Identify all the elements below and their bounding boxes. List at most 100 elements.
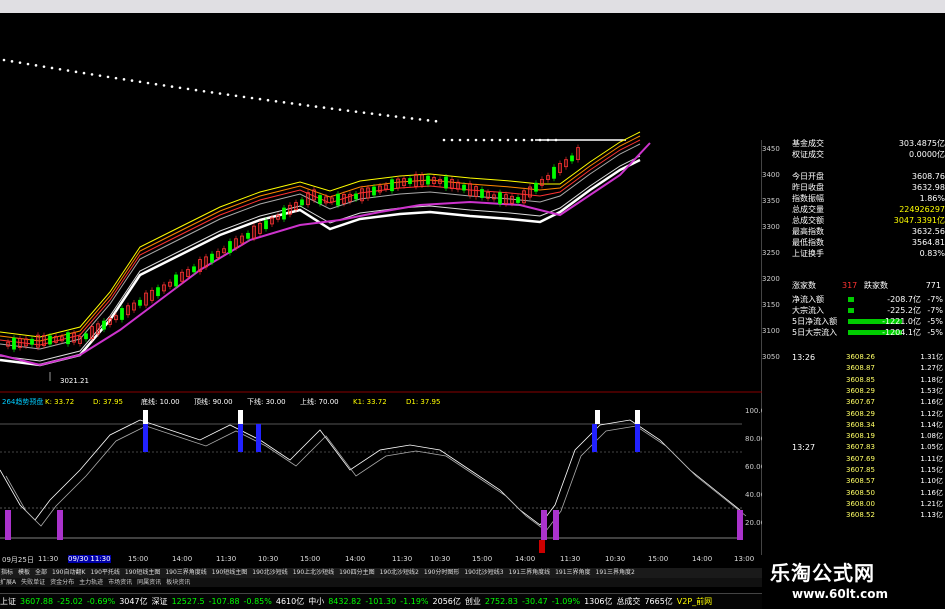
- flow-pct: -5%: [927, 317, 943, 326]
- trend-dot: [82, 71, 86, 75]
- status-item: 2752.83: [484, 597, 518, 606]
- trend-dot: [354, 110, 358, 113]
- status-item: -1.09%: [551, 597, 581, 606]
- tick-volume: 1.15亿: [920, 466, 943, 474]
- indicator-tab[interactable]: 191三界角度线: [508, 569, 551, 576]
- tick-volume: 1.14亿: [920, 420, 943, 429]
- indicator-tab[interactable]: 190北沙短线2: [379, 569, 420, 576]
- signal-bar: [595, 410, 600, 424]
- trend-dot: [202, 89, 206, 93]
- down-count: 771: [925, 281, 941, 290]
- trend-dot: [130, 79, 134, 82]
- indicator-tab[interactable]: 指标: [0, 569, 14, 576]
- trend-dot: [250, 96, 254, 100]
- indicator-tab[interactable]: 190四分主图: [338, 569, 375, 576]
- tick-row: 3608.00 1.21亿: [762, 499, 945, 510]
- flow-pct: -7%: [927, 295, 943, 304]
- price-axis: 345034003350330032503200315031003050: [0, 140, 762, 555]
- status-item: V2P_前网: [676, 597, 713, 606]
- time-tick: 14:00: [172, 555, 193, 563]
- tick-price: 3607.85: [846, 466, 875, 474]
- signal-bar: [143, 410, 148, 424]
- tick-volume: 1.16亿: [920, 398, 943, 407]
- trend-dot: [306, 104, 310, 107]
- indicator-tab[interactable]: 191三界角度2: [595, 569, 636, 576]
- quote-value: 1.86%: [919, 194, 945, 203]
- tick-row: 3608.19 1.08亿: [762, 431, 945, 442]
- status-item: 深证: [151, 597, 168, 606]
- extension-tabs[interactable]: 扩展A 失败单证 资金分布 主力轨迹 市场资讯 同属资讯 板块资讯: [0, 578, 762, 587]
- time-tick: 15:00: [472, 555, 493, 563]
- trend-dot: [450, 138, 454, 142]
- trend-dot: [74, 70, 78, 74]
- tick-row: 3608.87 1.27亿: [762, 363, 945, 374]
- flow-label: 净流入额: [792, 295, 824, 304]
- trend-dot: [34, 64, 38, 67]
- trend-dot: [258, 97, 262, 101]
- trend-dot: [10, 60, 14, 63]
- indicator-tab[interactable]: 190北沙短线3: [463, 569, 504, 576]
- trend-dot: [490, 138, 494, 142]
- extension-tab[interactable]: 主力轨迹: [79, 579, 103, 586]
- extension-tab[interactable]: 市场资讯: [108, 579, 132, 586]
- indicator-tab[interactable]: 模板: [17, 569, 31, 576]
- time-tick: 10:30: [258, 555, 279, 563]
- flow-pct: -5%: [927, 328, 943, 337]
- ma-line: [0, 139, 641, 346]
- chart-area[interactable]: 3021.21 34503400335033003250320031503100…: [0, 27, 762, 555]
- indicator-tab[interactable]: 190平托线: [89, 569, 120, 576]
- signal-bar-purple: [737, 510, 743, 540]
- trend-dot: [458, 138, 462, 142]
- trend-dot: [18, 61, 22, 64]
- indicator-tick: 60.00: [745, 463, 762, 471]
- tick-price: 3607.83: [846, 443, 875, 452]
- trend-dot: [322, 106, 326, 109]
- extension-tab[interactable]: 同属资讯: [137, 579, 161, 586]
- trend-dot: [98, 74, 102, 77]
- trend-dot: [122, 78, 126, 81]
- status-item: 3047亿: [119, 597, 148, 606]
- flow-row: 净流入额 -208.7亿 -7%: [762, 294, 945, 305]
- quote-label: 总成交量: [792, 205, 824, 214]
- trend-dot: [210, 91, 214, 94]
- indicator-tab[interactable]: 191三界角度: [554, 569, 591, 576]
- trend-dot: [314, 105, 318, 108]
- indicator-tab[interactable]: 190上北沙短线: [292, 569, 335, 576]
- extension-tab[interactable]: 板块资讯: [166, 579, 190, 586]
- tick-price: 3608.34: [846, 420, 875, 429]
- indicator-tab[interactable]: 190短线主图: [211, 569, 248, 576]
- flow-row: 5日净流入额 -1221.0亿 -5%: [762, 316, 945, 327]
- indicator-tabs[interactable]: 指标 模板 全部 190自动翻K 190平托线 190短线主图 190三界角度线 190短线主…: [0, 568, 762, 578]
- ma-line: [0, 143, 641, 350]
- quote-panel: 基金成交 303.4875亿 权证成交 0.0000亿 今日开盘 3608.76 昨日收盘 3…: [762, 136, 945, 549]
- tick-volume: 1.13亿: [920, 511, 943, 520]
- trend-dot: [26, 62, 30, 66]
- updown-row: 涨家数 317 跌家数 771: [762, 280, 945, 291]
- ma-line: [0, 135, 641, 342]
- indicator-tab[interactable]: 190北沙短线: [251, 569, 288, 576]
- trend-dot: [194, 88, 198, 92]
- indicator-tab[interactable]: 190三界角度线: [164, 569, 207, 576]
- extension-tab[interactable]: 资金分布: [50, 579, 74, 586]
- signal-bar-purple: [553, 510, 559, 540]
- status-item: 总成交: [616, 597, 641, 606]
- indicator-tab[interactable]: 190自动翻K: [51, 569, 86, 576]
- indicator-tab[interactable]: 190分时图形: [423, 569, 460, 576]
- tick-time: 13:27: [792, 443, 816, 453]
- candlesticks: 3021.21: [6, 144, 580, 385]
- extension-tab[interactable]: 失败单证: [21, 579, 45, 586]
- signal-bar: [635, 424, 640, 452]
- signal-bar-purple: [541, 510, 547, 540]
- indicator-tab[interactable]: 全部: [34, 569, 48, 576]
- tick-volume: 1.11亿: [920, 454, 943, 463]
- indicator-tab[interactable]: 190短线主图: [124, 569, 161, 576]
- quote-row: 基金成交 303.4875亿: [762, 138, 945, 149]
- trend-dot: [378, 113, 382, 116]
- trend-dot: [474, 138, 478, 142]
- time-tick: 10:30: [605, 555, 626, 563]
- signal-bar: [238, 424, 243, 452]
- trend-dot: [442, 138, 446, 142]
- extension-tab[interactable]: 扩展A: [0, 579, 16, 586]
- flow-label: 大宗流入: [792, 306, 824, 315]
- tick-price: 3607.67: [846, 398, 875, 407]
